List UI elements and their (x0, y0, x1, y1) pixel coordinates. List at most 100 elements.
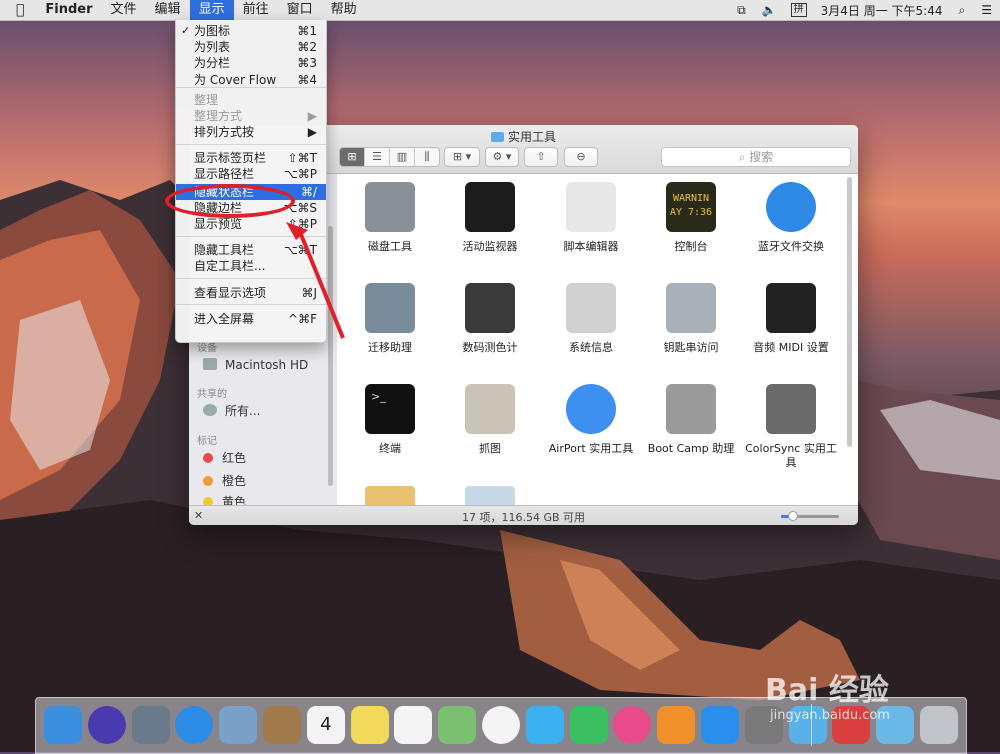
calendar-icon[interactable]: 4 (306, 706, 345, 744)
spotlight-icon[interactable]: ⌕ (951, 3, 974, 18)
finder-icon[interactable] (44, 706, 82, 744)
menu-item-shortcut: ^⌘F (288, 312, 317, 326)
status-text: 17 项，116.54 GB 可用 (461, 511, 586, 524)
view-menu-item[interactable]: 查看显示选项 ⌘J (176, 285, 326, 301)
screen-mirroring-icon[interactable]: ⧉ (729, 3, 754, 18)
input-method-icon[interactable]: 拼 (790, 3, 807, 17)
app-item[interactable]: 音频 MIDI 设置 (741, 283, 841, 355)
notification-center-icon[interactable]: ☰ (973, 3, 1000, 17)
menu-item-shortcut: ⌥⌘T (283, 243, 317, 257)
app-icon[interactable] (465, 486, 515, 505)
notes-icon[interactable] (350, 706, 389, 744)
menu-go[interactable]: 前往 (234, 0, 278, 20)
app-item[interactable]: 抓图 (440, 384, 540, 456)
arrange-button[interactable]: ⊞ ▾ (444, 147, 480, 167)
view-menu-item[interactable]: 为列表 ⌘2 (176, 39, 326, 55)
menu-view[interactable]: 显示 (189, 0, 234, 20)
icon-view-button[interactable]: ⊞ (340, 148, 365, 166)
sidebar-tag-red[interactable]: 红色 (203, 450, 246, 466)
menu-separator (176, 144, 326, 145)
messages-icon[interactable] (525, 706, 564, 744)
apple-menu-icon[interactable]:  (0, 0, 36, 20)
view-menu-item[interactable]: 显示标签页栏 ⇧⌘T (176, 150, 326, 166)
action-gear-button[interactable]: ⚙ ▾ (485, 147, 519, 167)
app-icon (365, 182, 415, 232)
safari-icon[interactable] (175, 706, 214, 744)
sidebar-item-macintosh-hd[interactable]: Macintosh HD (203, 357, 308, 373)
view-menu-item[interactable]: 为分栏 ⌘3 (176, 55, 326, 71)
launchpad-icon[interactable] (131, 706, 170, 744)
share-button[interactable]: ⇧ (524, 147, 558, 167)
app-name: 蓝牙文件交换 (758, 240, 824, 253)
tag-dot-icon (203, 476, 213, 486)
app-item[interactable]: 钥匙串访问 (641, 283, 741, 355)
app-name: 磁盘工具 (368, 240, 412, 253)
coverflow-view-button[interactable]: ⫼ (415, 148, 439, 166)
menu-item-shortcut: ▶ (307, 109, 317, 123)
sidebar-item-shared-all[interactable]: 所有... (203, 403, 260, 419)
app-item[interactable]: WARNIN AY 7:36 控制台 (641, 182, 741, 254)
app-icon (766, 283, 816, 333)
menu-file[interactable]: 文件 (102, 0, 146, 20)
ibooks-icon[interactable] (657, 706, 696, 744)
app-item[interactable]: 数码测色计 (440, 283, 540, 355)
menu-item-label: 为分栏 (194, 56, 231, 70)
sidebar-tag-yellow[interactable]: 黄色 (203, 494, 246, 505)
volume-icon[interactable]: 🔈 (754, 3, 785, 17)
tag-dot-icon (203, 453, 213, 463)
app-item[interactable]: 脚本编辑器 (541, 182, 641, 254)
mail-icon[interactable] (219, 706, 258, 744)
menu-help[interactable]: 帮助 (322, 0, 366, 20)
view-menu-item[interactable]: 为 Cover Flow ⌘4 (176, 72, 326, 88)
search-field[interactable]: ⌕ 搜索 (661, 147, 851, 167)
menu-separator (176, 304, 326, 305)
menu-item-shortcut: ⌘3 (297, 56, 317, 70)
app-item[interactable]: AirPort 实用工具 (541, 384, 641, 456)
view-menu-item[interactable]: 自定工具栏... (176, 258, 326, 274)
slider-knob[interactable] (787, 511, 798, 521)
facetime-icon[interactable] (569, 706, 608, 744)
maps-icon[interactable] (438, 706, 477, 744)
photos-icon[interactable] (482, 706, 520, 744)
list-view-button[interactable]: ☰ (365, 148, 390, 166)
app-icon[interactable] (365, 486, 415, 505)
menu-app-name[interactable]: Finder (36, 0, 101, 20)
app-item[interactable]: 活动监视器 (440, 182, 540, 254)
checkmark-icon: ✓ (181, 24, 191, 37)
view-menu-item[interactable]: 进入全屏幕 ^⌘F (176, 311, 326, 327)
appstore-icon[interactable] (701, 706, 739, 744)
menu-item-shortcut: ⌘4 (297, 73, 317, 87)
itunes-icon[interactable] (613, 706, 652, 744)
icon-size-slider[interactable] (781, 511, 839, 521)
app-item[interactable]: Boot Camp 助理 (641, 384, 741, 456)
menu-window[interactable]: 窗口 (278, 0, 322, 20)
sidebar-scrollbar[interactable] (328, 226, 333, 486)
view-menu-item[interactable]: 排列方式按 ▶ (176, 124, 326, 140)
content-scrollbar[interactable] (847, 177, 852, 447)
menu-item-shortcut: ⌘J (301, 286, 317, 300)
tags-button[interactable]: ⊖ (564, 147, 598, 167)
annotation-highlight-ring (165, 184, 295, 218)
view-menu-item[interactable]: 整理方式 ▶ (176, 108, 326, 124)
reminders-icon[interactable] (394, 706, 433, 744)
app-item[interactable]: 磁盘工具 (340, 182, 440, 254)
app-item[interactable]: 系统信息 (541, 283, 641, 355)
menu-edit[interactable]: 编辑 (146, 0, 190, 20)
trash-icon[interactable] (920, 706, 958, 744)
app-item[interactable]: 迁移助理 (340, 283, 440, 355)
view-menu-item[interactable]: 显示路径栏 ⌥⌘P (176, 166, 326, 182)
sidebar-tag-orange[interactable]: 橙色 (203, 473, 246, 489)
view-menu-item[interactable]: 整理 (176, 92, 326, 108)
column-view-button[interactable]: ▥ (390, 148, 415, 166)
siri-icon[interactable] (87, 706, 126, 744)
clock[interactable]: 3月4日 周一 下午5:44 (813, 2, 951, 19)
contacts-icon[interactable] (263, 706, 301, 744)
menu-item-shortcut: ⇧⌘T (287, 151, 317, 165)
app-item[interactable]: >_ 终端 (340, 384, 440, 456)
view-menu-item[interactable]: 隐藏工具栏 ⌥⌘T (176, 242, 326, 258)
app-item[interactable]: 蓝牙文件交换 (741, 182, 841, 254)
view-menu-item[interactable]: ✓ 为图标 ⌘1 (176, 23, 326, 39)
view-menu-item[interactable]: 显示预览 ⇧⌘P (176, 216, 326, 232)
menu-item-label: 自定工具栏... (194, 259, 266, 273)
app-item[interactable]: ColorSync 实用工具 (741, 384, 841, 470)
